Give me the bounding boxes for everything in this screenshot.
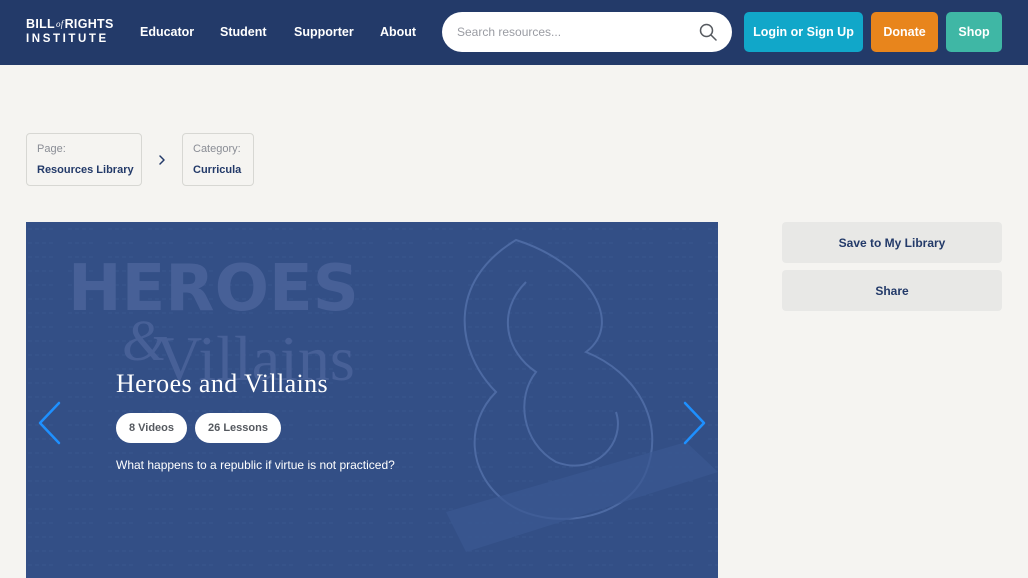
videos-count-badge: 8 Videos xyxy=(116,413,187,443)
donate-button[interactable]: Donate xyxy=(871,12,938,52)
search-input[interactable] xyxy=(457,12,687,52)
search-icon[interactable] xyxy=(699,23,717,41)
nav-about[interactable]: About xyxy=(380,24,416,40)
logo-line-2: INSTITUTE xyxy=(26,33,109,45)
bill-of-rights-institute-logo[interactable]: BILLofRIGHTS INSTITUTE xyxy=(26,17,113,47)
logo-line-1: BILLofRIGHTS xyxy=(26,17,114,31)
save-to-library-button[interactable]: Save to My Library xyxy=(782,222,1002,263)
nav-supporter[interactable]: Supporter xyxy=(294,24,354,40)
chevron-left-icon[interactable] xyxy=(35,400,65,446)
shop-button[interactable]: Shop xyxy=(946,12,1002,52)
breadcrumb-page-value: Resources Library xyxy=(37,164,134,176)
nav-educator[interactable]: Educator xyxy=(140,24,194,40)
breadcrumb-category[interactable]: Category: Curricula xyxy=(182,133,254,186)
hero-title: Heroes and Villains xyxy=(116,369,329,398)
login-signup-button[interactable]: Login or Sign Up xyxy=(744,12,863,52)
breadcrumb-page-key: Page: xyxy=(37,143,66,155)
share-button[interactable]: Share xyxy=(782,270,1002,311)
search-box xyxy=(442,12,732,52)
hero-bg-heroes: HEROES xyxy=(68,252,359,326)
top-navigation-bar: BILLofRIGHTS INSTITUTE Educator Student … xyxy=(0,0,1028,65)
breadcrumb-category-value: Curricula xyxy=(193,164,242,176)
breadcrumb-page[interactable]: Page: Resources Library xyxy=(26,133,142,186)
lessons-count-badge: 26 Lessons xyxy=(195,413,281,443)
hero-carousel: HEROES & Villains Heroes and Villains 8 … xyxy=(26,222,718,578)
hero-description: What happens to a republic if virtue is … xyxy=(116,458,395,472)
breadcrumb-category-key: Category: xyxy=(193,143,241,155)
chevron-right-icon xyxy=(159,155,165,165)
nav-student[interactable]: Student xyxy=(220,24,267,40)
chevron-right-icon[interactable] xyxy=(679,400,709,446)
